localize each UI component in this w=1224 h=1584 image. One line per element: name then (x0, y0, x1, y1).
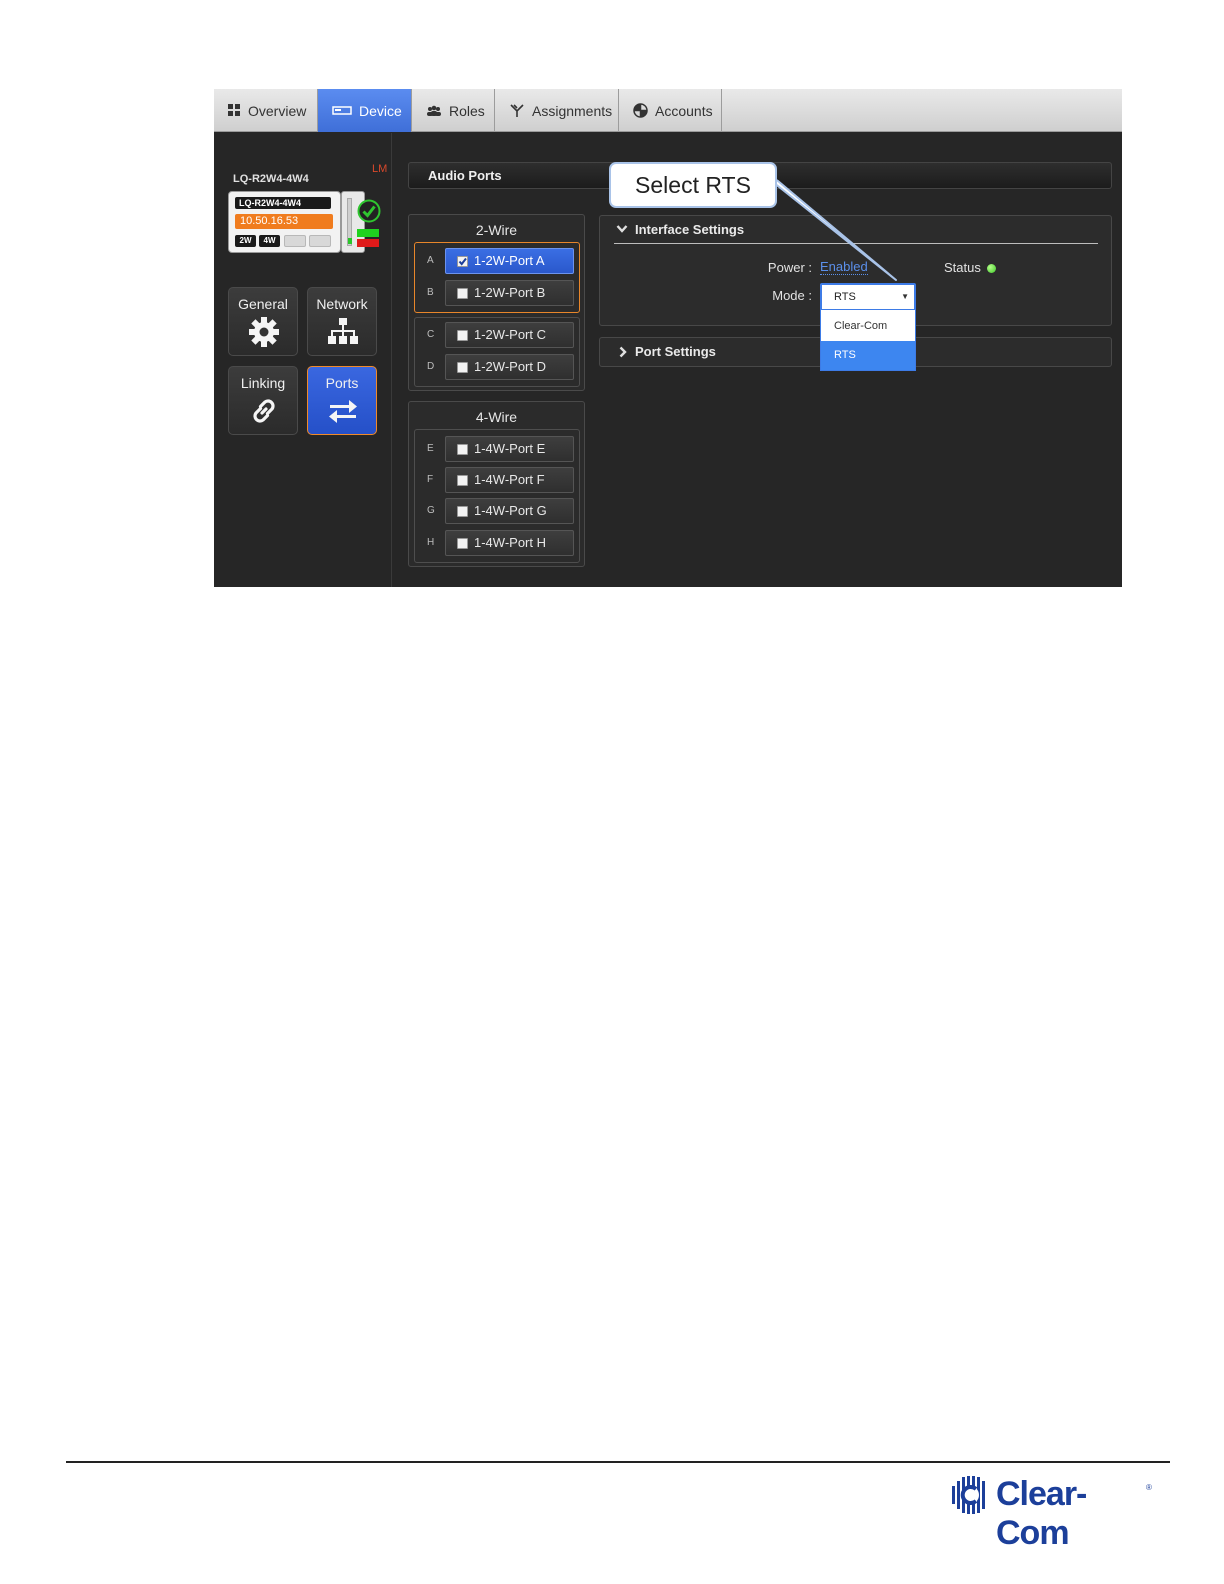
clear-com-logo-mark-icon (952, 1476, 985, 1514)
app-screenshot: Overview Device Roles Assignments Accoun… (214, 89, 1122, 587)
registered-mark: ® (1146, 1483, 1152, 1492)
callout-bubble: Select RTS (609, 162, 777, 208)
clear-com-logo: Clear-Com ® (948, 1473, 1154, 1552)
footer-divider (66, 1461, 1170, 1463)
logo-text: Clear-Com (996, 1475, 1087, 1552)
